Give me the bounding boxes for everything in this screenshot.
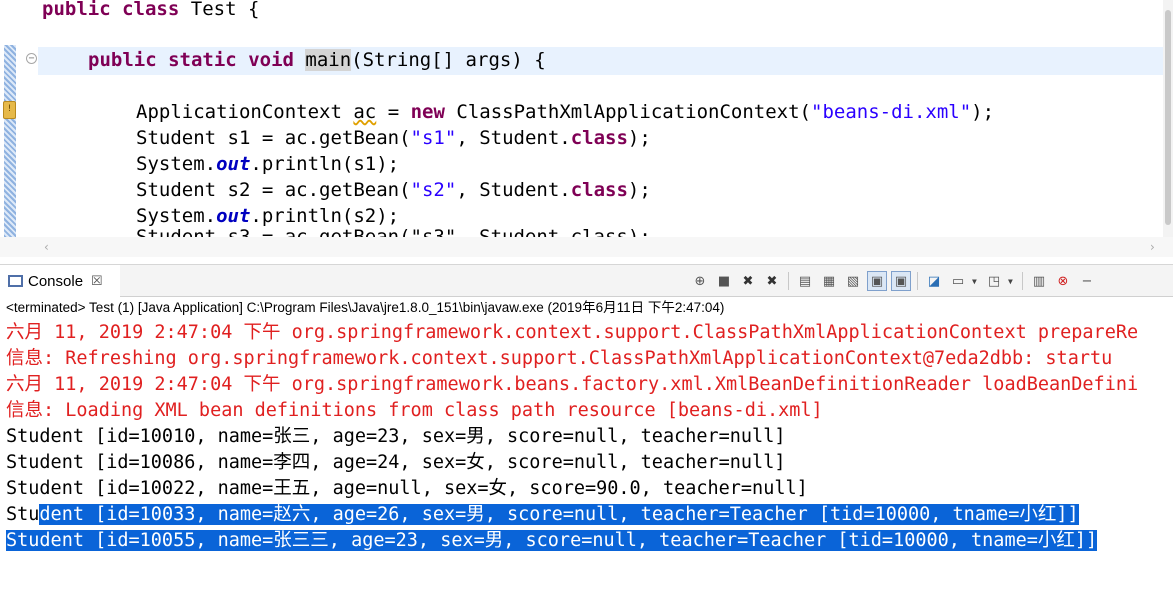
scroll-left-icon[interactable]: ‹ [44,240,49,254]
close-icon[interactable]: ☒ [91,273,103,289]
selected-text: dent [id=10033, name=赵六, age=26, sex=男, … [39,504,1079,525]
editor-horizontal-scrollbar[interactable]: ‹ › [0,237,1173,257]
chevron-down-icon[interactable]: ▼ [1008,277,1016,286]
code-line-partial: Student s3 = ac.getBean("s3", Student.cl… [136,226,651,237]
minimize-icon[interactable]: − [1077,271,1097,291]
code-line-s1: Student s1 = ac.getBean("s1", Student.cl… [136,127,651,149]
console-line: 六月 11, 2019 2:47:04 下午 org.springframewo… [6,374,1139,395]
console-status-line: <terminated> Test (1) [Java Application]… [6,300,725,315]
pin-console-icon[interactable]: ◪ [924,271,944,291]
code-line-class: public class Test { [42,0,260,20]
code-line-print-s1: System.out.println(s1); [136,153,400,175]
console-line: Student [id=10086, name=李四, age=24, sex=… [6,452,786,473]
display-console-icon[interactable]: ▭ [948,271,968,291]
console-output[interactable]: 六月 11, 2019 2:47:04 下午 org.springframewo… [0,320,1173,591]
remove-all-icon[interactable]: ✖ [762,271,782,291]
overview-ruler [4,45,16,237]
tab-console-label: Console [28,272,84,290]
console-line: Student [id=10022, name=王五, age=null, se… [6,478,808,499]
show-stdout-icon[interactable]: ▣ [867,271,887,291]
console-line: 六月 11, 2019 2:47:04 下午 org.springframewo… [6,322,1139,343]
terminate-icon[interactable]: ■ [714,271,734,291]
code-line-main: public static void main(String[] args) { [88,49,546,71]
view-menu-icon[interactable]: ▥ [1029,271,1049,291]
chevron-down-icon[interactable]: ▼ [972,277,980,286]
selected-text: Student [id=10055, name=张三三, age=23, sex… [6,530,1098,551]
remove-launch-icon[interactable]: ✖ [738,271,758,291]
code-line-print-s2: System.out.println(s2); [136,205,400,227]
toolbar-separator [788,272,789,290]
editor-scroll-thumb[interactable] [1165,10,1171,225]
console-icon [8,275,23,287]
word-wrap-icon[interactable]: ▧ [843,271,863,291]
error-icon[interactable]: ⊗ [1053,271,1073,291]
toolbar-separator [917,272,918,290]
code-line-context: ApplicationContext ac = new ClassPathXml… [136,101,995,123]
console-tab-bar: Console ☒ ⊕ ■ ✖ ✖ ▤ ▦ ▧ ▣ ▣ ◪ ▭ ▼ ◳ ▼ ▥ ⊗ … [0,264,1173,297]
console-line: 信息: Refreshing org.springframework.conte… [6,348,1113,369]
console-line: Student [id=10010, name=张三, age=23, sex=… [6,426,786,447]
tab-console[interactable]: Console ☒ [0,265,120,297]
toolbar-separator [1022,272,1023,290]
console-line-selected: Student [id=10055, name=张三三, age=23, sex… [6,528,1098,554]
clear-console-icon[interactable]: ▤ [795,271,815,291]
console-toolbar: ⊕ ■ ✖ ✖ ▤ ▦ ▧ ▣ ▣ ◪ ▭ ▼ ◳ ▼ ▥ ⊗ − [690,270,1097,292]
console-line: 信息: Loading XML bean definitions from cl… [6,400,823,421]
unselected-text: Stu [6,504,40,525]
pin-icon[interactable]: ⊕ [690,271,710,291]
code-line-s2: Student s2 = ac.getBean("s2", Student.cl… [136,179,651,201]
open-console-icon[interactable]: ◳ [984,271,1004,291]
warning-marker-icon[interactable]: ! [3,101,16,119]
show-stderr-icon[interactable]: ▣ [891,271,911,291]
console-line-partially-selected: Student [id=10033, name=赵六, age=26, sex=… [6,502,1079,528]
scroll-right-icon[interactable]: › [1150,240,1155,254]
scroll-lock-icon[interactable]: ▦ [819,271,839,291]
fold-toggle-icon[interactable]: − [26,53,37,64]
code-editor[interactable]: ! − public class Test { public static vo… [0,0,1173,257]
